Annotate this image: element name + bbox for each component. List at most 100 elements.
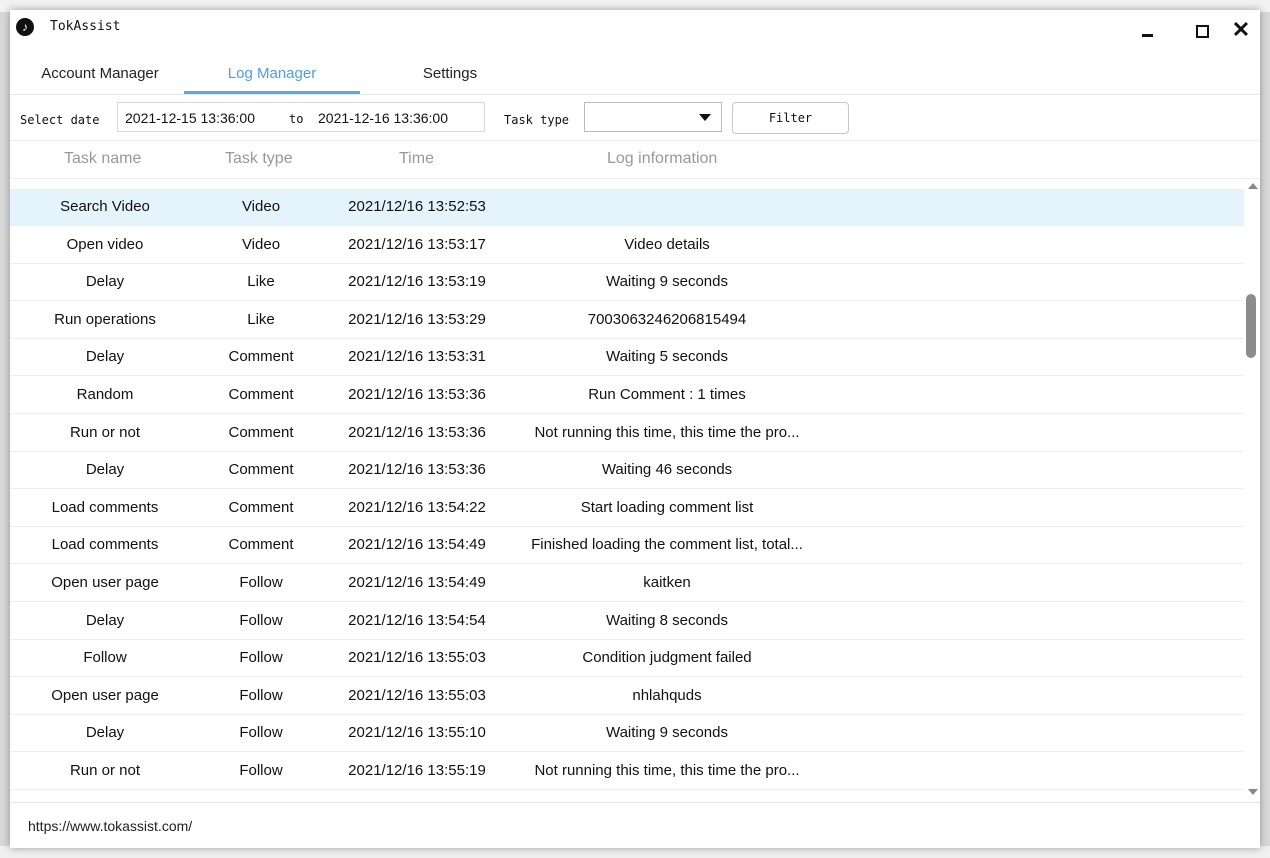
task-name-cell: Run or not xyxy=(69,423,141,441)
date-range-input[interactable]: 2021-12-15 13:36:00 to 2021-12-16 13:36:… xyxy=(117,102,485,132)
filter-bar: Select date 2021-12-15 13:36:00 to 2021-… xyxy=(10,96,1260,141)
log-info-cell: Waiting 9 seconds xyxy=(605,273,728,291)
log-info-cell: 7003063246206815494 xyxy=(587,310,747,328)
table-row[interactable]: Open user page Follow 2021/12/16 13:55:03 n… xyxy=(10,678,1244,715)
log-info-cell: Waiting 5 seconds xyxy=(605,348,728,366)
table-row[interactable]: Delay Like 2021/12/16 13:53:19 Waiting 9 se… xyxy=(10,264,1244,302)
task-name-cell: Load comments xyxy=(51,536,159,554)
task-name-cell: Load comments xyxy=(51,498,159,516)
filter-button[interactable]: Filter xyxy=(732,102,849,134)
log-info-cell: Waiting 46 seconds xyxy=(601,461,733,479)
task-type-cell: Like xyxy=(247,310,275,328)
table-row[interactable]: Delay Follow 2021/12/16 13:55:10 Waiting 9 … xyxy=(10,715,1244,753)
task-name-cell: Delay xyxy=(85,461,125,479)
log-table[interactable]: Search Video Video 2021/12/16 13:52:53 Open… xyxy=(10,179,1244,799)
vertical-scrollbar[interactable] xyxy=(1244,179,1260,799)
log-info-cell: nhlahquds xyxy=(632,686,702,704)
task-type-cell: Follow xyxy=(239,611,283,629)
column-header-time[interactable]: Time xyxy=(399,150,434,168)
table-row[interactable]: Run or not Follow 2021/12/16 13:55:19 Not r… xyxy=(10,753,1244,790)
status-bar: https://www.tokassist.com/ xyxy=(10,802,1260,848)
log-info-cell: Waiting 8 seconds xyxy=(605,611,728,629)
scrollbar-thumb[interactable] xyxy=(1246,294,1256,358)
table-row[interactable]: Delay Follow 2021/12/16 13:54:54 Waiting 8 … xyxy=(10,603,1244,640)
time-cell: 2021/12/16 13:53:36 xyxy=(348,386,486,403)
task-type-cell: Follow xyxy=(239,574,283,591)
log-info-cell: Run Comment : 1 times xyxy=(588,386,746,403)
task-type-cell: Comment xyxy=(228,461,294,479)
table-row[interactable]: Search Video Video 2021/12/16 13:52:53 xyxy=(10,189,1244,226)
minimize-button[interactable] xyxy=(1134,16,1162,44)
task-type-cell: Follow xyxy=(239,724,283,742)
tab-log-manager[interactable]: Log Manager xyxy=(184,60,360,94)
task-name-cell: Run operations xyxy=(54,310,156,328)
log-info-cell: Not running this time, this time the pro… xyxy=(534,423,800,441)
log-info-cell: Video details xyxy=(624,235,710,253)
time-cell: 2021/12/16 13:54:49 xyxy=(348,536,486,554)
time-cell: 2021/12/16 13:55:03 xyxy=(348,649,486,667)
table-row[interactable]: Load comments Comment 2021/12/16 13:54:22 S… xyxy=(10,490,1244,527)
task-type-cell: Video xyxy=(241,198,281,215)
table-row[interactable]: Open user page Follow 2021/12/16 13:54:49 k… xyxy=(10,565,1244,602)
title-bar[interactable]: ♪ TokAssist ✕ xyxy=(10,10,1260,48)
table-header: Task name Task type Time Log information xyxy=(10,142,1260,179)
log-info-cell: kaitken xyxy=(643,574,691,591)
tab-account-manager[interactable]: Account Manager xyxy=(28,60,172,94)
scroll-down-arrow-icon[interactable] xyxy=(1248,789,1258,795)
table-row[interactable]: Random Comment 2021/12/16 13:53:36 Run Comm… xyxy=(10,377,1244,414)
task-name-cell: Delay xyxy=(85,724,125,742)
task-name-cell: Open user page xyxy=(51,686,159,704)
table-row[interactable]: Run operations Like 2021/12/16 13:53:29 700… xyxy=(10,302,1244,339)
table-row[interactable]: Open video Video 2021/12/16 13:53:17 Video … xyxy=(10,227,1244,264)
maximize-button[interactable] xyxy=(1188,16,1216,44)
column-header-task-type[interactable]: Task type xyxy=(225,150,293,168)
app-window: ♪ TokAssist ✕ Account Manager Log Manage… xyxy=(10,10,1260,848)
end-date-value[interactable]: 2021-12-16 13:36:00 xyxy=(318,110,448,126)
task-type-cell: Follow xyxy=(239,686,283,704)
start-date-value[interactable]: 2021-12-15 13:36:00 xyxy=(125,110,255,126)
task-type-cell: Comment xyxy=(228,348,294,366)
time-cell: 2021/12/16 13:55:03 xyxy=(348,686,486,704)
time-cell: 2021/12/16 13:53:17 xyxy=(348,235,486,253)
table-row[interactable]: Load comments Comment 2021/12/16 13:54:49 F… xyxy=(10,527,1244,565)
task-name-cell: Follow xyxy=(83,649,127,667)
log-info-cell: Not running this time, this time the pro… xyxy=(534,762,800,779)
task-type-cell: Video xyxy=(241,235,281,253)
time-cell: 2021/12/16 13:54:54 xyxy=(348,611,486,629)
task-name-cell: Open user page xyxy=(51,574,159,591)
task-name-cell: Run or not xyxy=(69,762,141,779)
time-cell: 2021/12/16 13:54:49 xyxy=(348,574,486,591)
date-to-label: to xyxy=(289,112,304,126)
table-row[interactable]: Delay Comment 2021/12/16 13:53:31 Waiting 5… xyxy=(10,339,1244,377)
time-cell: 2021/12/16 13:53:31 xyxy=(348,348,486,366)
log-info-cell: Finished loading the comment list, total… xyxy=(531,536,803,554)
tab-bar: Account Manager Log Manager Settings xyxy=(10,60,1260,95)
time-cell: 2021/12/16 13:53:36 xyxy=(348,461,486,479)
task-type-cell: Comment xyxy=(228,498,294,516)
website-link[interactable]: https://www.tokassist.com/ xyxy=(28,818,192,834)
time-cell: 2021/12/16 13:53:36 xyxy=(348,423,486,441)
column-header-log-information[interactable]: Log information xyxy=(607,150,717,168)
chevron-down-icon[interactable] xyxy=(699,114,711,121)
table-row[interactable]: Run or not Comment 2021/12/16 13:53:36 Not … xyxy=(10,415,1244,452)
task-name-cell: Search Video xyxy=(60,198,150,215)
task-type-cell: Follow xyxy=(239,762,283,779)
time-cell: 2021/12/16 13:52:53 xyxy=(348,198,486,215)
time-cell: 2021/12/16 13:55:19 xyxy=(348,762,486,779)
close-button[interactable]: ✕ xyxy=(1227,16,1255,44)
task-type-label: Task type xyxy=(504,113,570,127)
task-type-cell: Comment xyxy=(228,536,294,554)
time-cell: 2021/12/16 13:53:19 xyxy=(348,273,486,291)
time-cell: 2021/12/16 13:53:29 xyxy=(348,310,486,328)
task-type-select[interactable] xyxy=(584,102,722,132)
tab-settings[interactable]: Settings xyxy=(380,60,520,94)
log-info-cell: Condition judgment failed xyxy=(582,649,752,667)
task-type-cell: Follow xyxy=(239,649,283,667)
column-header-task-name[interactable]: Task name xyxy=(64,150,141,168)
table-row[interactable]: Delay Comment 2021/12/16 13:53:36 Waiting 4… xyxy=(10,452,1244,490)
scroll-up-arrow-icon[interactable] xyxy=(1248,183,1258,189)
time-cell: 2021/12/16 13:55:10 xyxy=(348,724,486,742)
table-row[interactable]: Follow Follow 2021/12/16 13:55:03 Condition… xyxy=(10,640,1244,678)
task-type-cell: Like xyxy=(247,273,275,291)
tiktok-logo-icon: ♪ xyxy=(16,18,34,36)
